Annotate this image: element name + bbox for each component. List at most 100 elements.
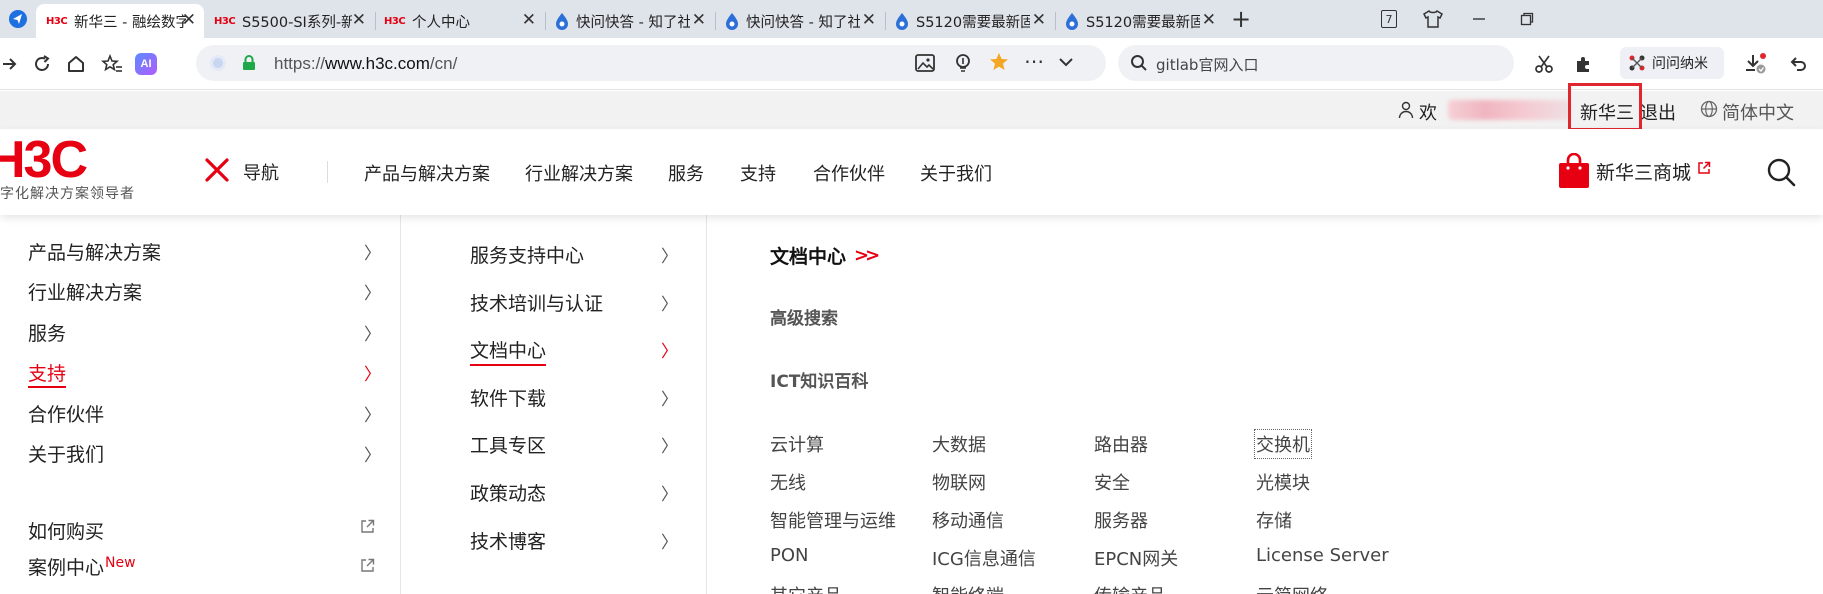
close-nav-icon[interactable]: [204, 157, 230, 187]
image-icon[interactable]: [914, 53, 936, 77]
category-link[interactable]: 其它产品: [770, 582, 842, 594]
category-link[interactable]: License Server: [1256, 545, 1389, 566]
forward-arrow-icon[interactable]: [0, 50, 20, 78]
category-link[interactable]: 移动通信: [932, 507, 1004, 533]
left-link-case-center[interactable]: 案例中心New: [28, 553, 136, 580]
h3c-logo[interactable]: H3C: [0, 131, 140, 189]
category-link[interactable]: 传输产品: [1094, 582, 1166, 594]
bookmark-star-icon[interactable]: [988, 51, 1010, 77]
highlight-annotation-box: [1568, 83, 1642, 131]
category-link[interactable]: 云计算: [770, 431, 824, 457]
chevron-down-icon[interactable]: [1058, 54, 1074, 74]
extensions-puzzle-icon[interactable]: [1570, 50, 1598, 78]
category-link[interactable]: PON: [770, 545, 809, 566]
browser-search-input[interactable]: gitlab官网入口: [1118, 45, 1514, 81]
left-menu-item-service[interactable]: 服务: [28, 319, 66, 346]
reload-icon[interactable]: [28, 50, 56, 78]
left-menu-item-support[interactable]: 支持: [28, 359, 67, 388]
left-link-how-to-buy[interactable]: 如何购买: [28, 517, 104, 544]
address-bar[interactable]: https://www.h3c.com/cn/ ⋯: [196, 45, 1106, 81]
scissors-icon[interactable]: [1530, 50, 1558, 78]
drop-favicon-icon: [896, 13, 908, 30]
menu-service[interactable]: 服务: [668, 160, 704, 186]
category-link[interactable]: 交换机: [1254, 429, 1312, 459]
tab-h3c-home[interactable]: H3C 新华三 - 融绘数字 ✕: [36, 4, 204, 38]
more-icon[interactable]: ⋯: [1024, 49, 1045, 73]
chevron-right-icon: 〉: [661, 390, 678, 410]
tab-zhiliao-1[interactable]: 快问快答 - 知了社区 ✕: [546, 4, 714, 38]
home-icon[interactable]: [62, 50, 90, 78]
tab-count-button[interactable]: 7: [1376, 6, 1402, 32]
close-tab-icon[interactable]: ✕: [692, 12, 706, 29]
skin-shirt-icon[interactable]: [1420, 6, 1446, 32]
left-menu-item-products[interactable]: 产品与解决方案: [28, 238, 161, 265]
menu-products[interactable]: 产品与解决方案: [364, 160, 490, 186]
doc-center-title[interactable]: 文档中心 >>: [770, 242, 880, 269]
submenu-tools[interactable]: 工具专区: [470, 431, 546, 458]
left-menu-item-industry[interactable]: 行业解决方案: [28, 278, 142, 305]
nav-toggle-label[interactable]: 导航: [243, 159, 279, 185]
menu-about[interactable]: 关于我们: [920, 160, 992, 186]
submenu-policy-news[interactable]: 政策动态: [470, 479, 546, 506]
site-info-icon[interactable]: [210, 55, 226, 71]
category-link[interactable]: 存储: [1256, 507, 1292, 533]
new-tab-button[interactable]: +: [1226, 5, 1256, 33]
category-link[interactable]: 安全: [1094, 469, 1130, 495]
close-tab-icon[interactable]: ✕: [352, 12, 366, 29]
site-header: H3C 字化解决方案领导者 导航 产品与解决方案 行业解决方案 服务 支持 合作…: [0, 129, 1823, 215]
restore-window-icon[interactable]: [1514, 6, 1540, 32]
tab-personal-center[interactable]: H3C 个人中心 ✕: [376, 4, 544, 38]
wenwen-nami-extension-button[interactable]: 问问纳米: [1620, 47, 1724, 79]
category-link[interactable]: 智能终端: [932, 582, 1004, 594]
close-tab-icon[interactable]: ✕: [1032, 12, 1046, 29]
tab-s5120-1[interactable]: S5120需要最新固件 ✕: [886, 4, 1054, 38]
download-icon[interactable]: [1740, 50, 1770, 78]
category-link[interactable]: 大数据: [932, 431, 986, 457]
lightbulb-icon[interactable]: [952, 52, 974, 78]
category-link[interactable]: 云简网络: [1256, 582, 1328, 594]
close-tab-icon[interactable]: ✕: [862, 12, 876, 29]
close-tab-icon[interactable]: ✕: [1202, 12, 1216, 29]
language-switch[interactable]: 简体中文: [1722, 99, 1794, 125]
category-link[interactable]: 光模块: [1256, 469, 1310, 495]
tab-zhiliao-2[interactable]: 快问快答 - 知了社区 ✕: [716, 4, 884, 38]
menu-support[interactable]: 支持: [740, 160, 776, 186]
chevron-right-icon: 〉: [661, 485, 678, 505]
category-link[interactable]: 路由器: [1094, 431, 1148, 457]
favorites-star-icon[interactable]: [98, 50, 126, 78]
ai-assistant-icon[interactable]: AI: [132, 50, 160, 78]
close-tab-icon[interactable]: ✕: [522, 12, 536, 29]
submenu-software-download[interactable]: 软件下载: [470, 384, 546, 411]
submenu-tech-blog[interactable]: 技术博客: [470, 527, 546, 554]
site-search-icon[interactable]: [1766, 157, 1796, 191]
category-link[interactable]: 物联网: [932, 469, 986, 495]
category-link[interactable]: EPCN网关: [1094, 545, 1178, 571]
submenu-document-center[interactable]: 文档中心: [470, 336, 547, 366]
tab-s5500[interactable]: H3C S5500-SI系列-新华 ✕: [206, 4, 374, 38]
category-link[interactable]: 智能管理与运维: [770, 507, 896, 533]
submenu-service-support-center[interactable]: 服务支持中心: [470, 241, 584, 268]
menu-industry[interactable]: 行业解决方案: [525, 160, 633, 186]
site-utility-bar: 欢 新华三 退出 简体中文: [0, 91, 1823, 129]
h3c-mall-link[interactable]: 新华三商城: [1558, 153, 1711, 189]
undo-icon[interactable]: [1784, 50, 1812, 78]
logout-link[interactable]: 退出: [1640, 99, 1676, 125]
nami-logo-icon: [1629, 55, 1645, 71]
advanced-search-link[interactable]: 高级搜索: [770, 304, 838, 329]
tab-s5120-2[interactable]: S5120需要最新固件 ✕: [1056, 4, 1224, 38]
close-tab-icon[interactable]: ✕: [182, 12, 196, 29]
category-link[interactable]: 无线: [770, 469, 806, 495]
submenu-training-certification[interactable]: 技术培训与认证: [470, 289, 603, 316]
tab-title: 快问快答 - 知了社区: [576, 14, 690, 31]
lock-icon[interactable]: [242, 55, 256, 75]
external-link-icon: [361, 558, 375, 572]
left-menu-item-partners[interactable]: 合作伙伴: [28, 400, 104, 427]
browser-logo-icon[interactable]: [4, 6, 32, 32]
category-link[interactable]: ICG信息通信: [932, 545, 1036, 571]
category-link[interactable]: 服务器: [1094, 507, 1148, 533]
left-menu-item-about[interactable]: 关于我们: [28, 440, 104, 467]
minimize-icon[interactable]: [1466, 6, 1492, 32]
menu-partners[interactable]: 合作伙伴: [813, 160, 885, 186]
ict-wiki-heading[interactable]: ICT知识百科: [770, 367, 868, 392]
chevron-right-icon: 〉: [364, 244, 381, 264]
